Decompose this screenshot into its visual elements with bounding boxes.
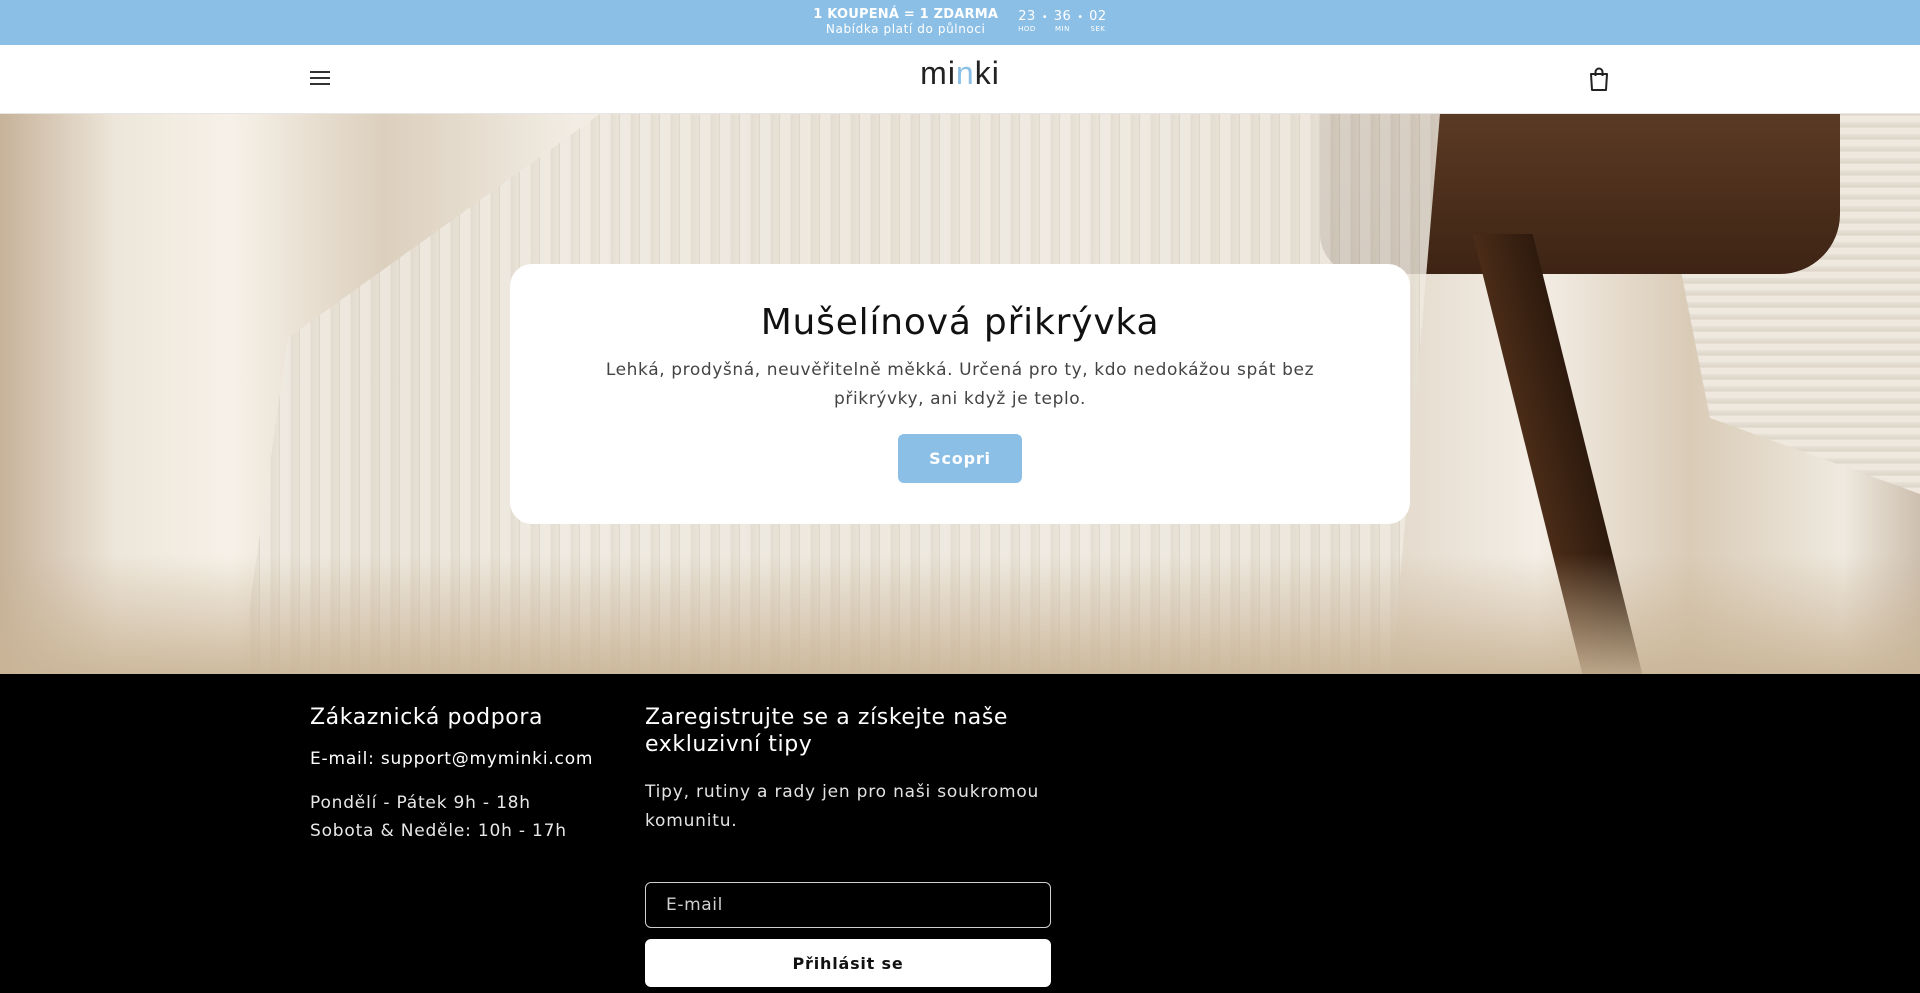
logo-accent: n [955,55,975,91]
shopping-bag-icon[interactable] [1587,66,1611,92]
site-footer: Zákaznická podpora E-mail: support@mymin… [0,674,1920,993]
site-logo[interactable]: minki [0,55,1920,92]
hero-description: Lehká, prodyšná, neuvěřitelně měkká. Urč… [605,360,1315,409]
newsletter-email-input[interactable] [645,882,1051,928]
hero-cta-button[interactable]: Scopri [898,434,1022,483]
hours-weekdays: Pondělí - Pátek 9h - 18h [310,793,531,813]
countdown-hours-value: 23 [1018,9,1036,24]
countdown-hours-label: HOD [1018,25,1036,33]
countdown-minutes-value: 36 [1053,9,1072,24]
hero-card: Mušelínová přikrývka Lehká, prodyšná, ne… [510,264,1410,524]
customer-support-block: Zákaznická podpora E-mail: support@mymin… [310,704,610,845]
support-hours: Pondělí - Pátek 9h - 18h Sobota & Neděle… [310,789,610,845]
site-header: minki [0,45,1920,114]
countdown-minutes-label: MIN [1055,25,1070,33]
countdown-separator: • [1077,12,1084,23]
support-heading: Zákaznická podpora [310,705,544,730]
countdown-seconds: 02 SEK [1089,10,1107,33]
support-email: E-mail: support@myminki.com [310,749,594,769]
countdown-separator: • [1041,12,1048,23]
newsletter-heading: Zaregistrujte se a získejte naše exkluzi… [645,705,1009,757]
promo-title: 1 KOUPENÁ = 1 ZDARMA [813,7,999,23]
countdown-timer: 23 HOD • 36 MIN • 02 SEK [1018,10,1107,33]
countdown-seconds-value: 02 [1089,9,1107,24]
logo-suffix: ki [974,55,1000,91]
subscribe-button[interactable]: Přihlásit se [645,939,1051,987]
countdown-minutes: 36 MIN [1054,10,1072,33]
countdown-seconds-label: SEK [1090,25,1106,33]
promo-message: 1 KOUPENÁ = 1 ZDARMA Nabídka platí do pů… [813,7,999,37]
announcement-bar: 1 KOUPENÁ = 1 ZDARMA Nabídka platí do pů… [0,0,1920,45]
hero-image-floor [0,554,1920,674]
countdown-hours: 23 HOD [1018,10,1036,33]
newsletter-description: Tipy, rutiny a rady jen pro naši soukrom… [645,782,1040,831]
logo-prefix: mi [920,55,956,91]
promo-subtitle: Nabídka platí do půlnoci [825,22,986,37]
newsletter-block: Zaregistrujte se a získejte naše exkluzi… [645,704,1051,987]
hero-banner: Mušelínová přikrývka Lehká, prodyšná, ne… [0,114,1920,674]
hero-title: Mušelínová přikrývka [760,302,1160,343]
hours-weekend: Sobota & Neděle: 10h - 17h [310,821,567,841]
